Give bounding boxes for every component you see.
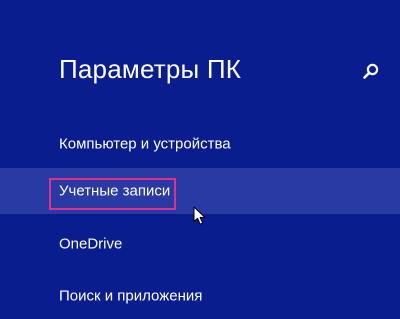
menu-item-onedrive[interactable]: OneDrive <box>0 221 400 267</box>
menu-item-label: Поиск и приложения <box>59 287 203 305</box>
search-button[interactable] <box>360 60 382 82</box>
menu-item-label: OneDrive <box>59 235 123 253</box>
menu-item-search-and-apps[interactable]: Поиск и приложения <box>0 273 400 319</box>
page-title: Параметры ПК <box>59 54 242 84</box>
menu-item-label: Учетные записи <box>59 182 171 200</box>
menu-item-pc-and-devices[interactable]: Компьютер и устройства <box>0 121 400 167</box>
search-icon <box>363 63 379 79</box>
menu-item-label: Компьютер и устройства <box>59 135 231 153</box>
menu-item-accounts[interactable]: Учетные записи <box>0 168 400 214</box>
